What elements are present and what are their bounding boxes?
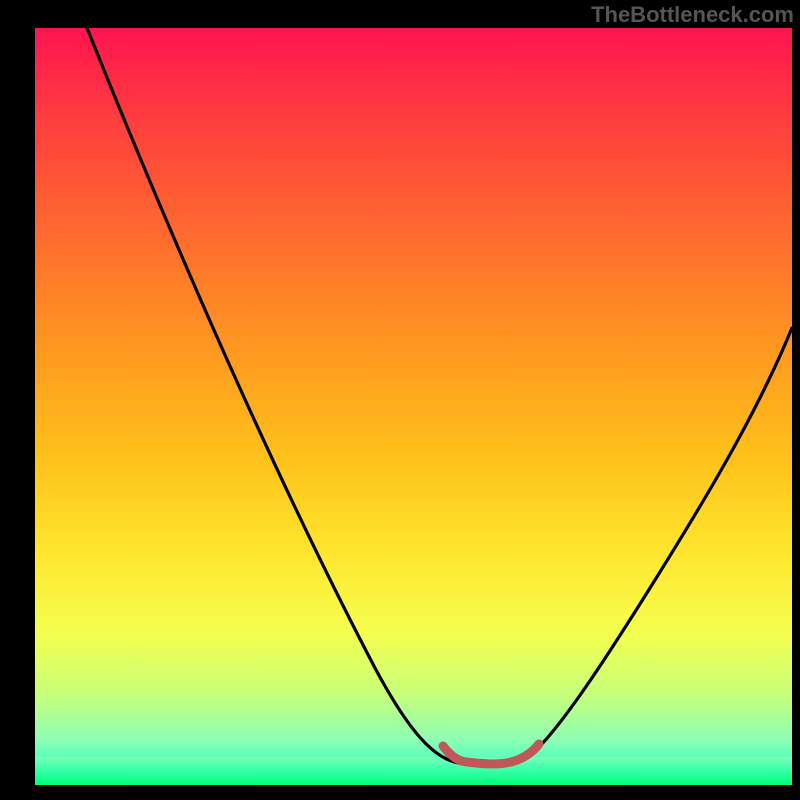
bottleneck-curve [35, 28, 792, 785]
optimal-zone-marker [443, 744, 539, 764]
watermark-text: TheBottleneck.com [591, 2, 794, 28]
chart-frame: TheBottleneck.com [0, 0, 800, 800]
plot-area [35, 28, 792, 785]
